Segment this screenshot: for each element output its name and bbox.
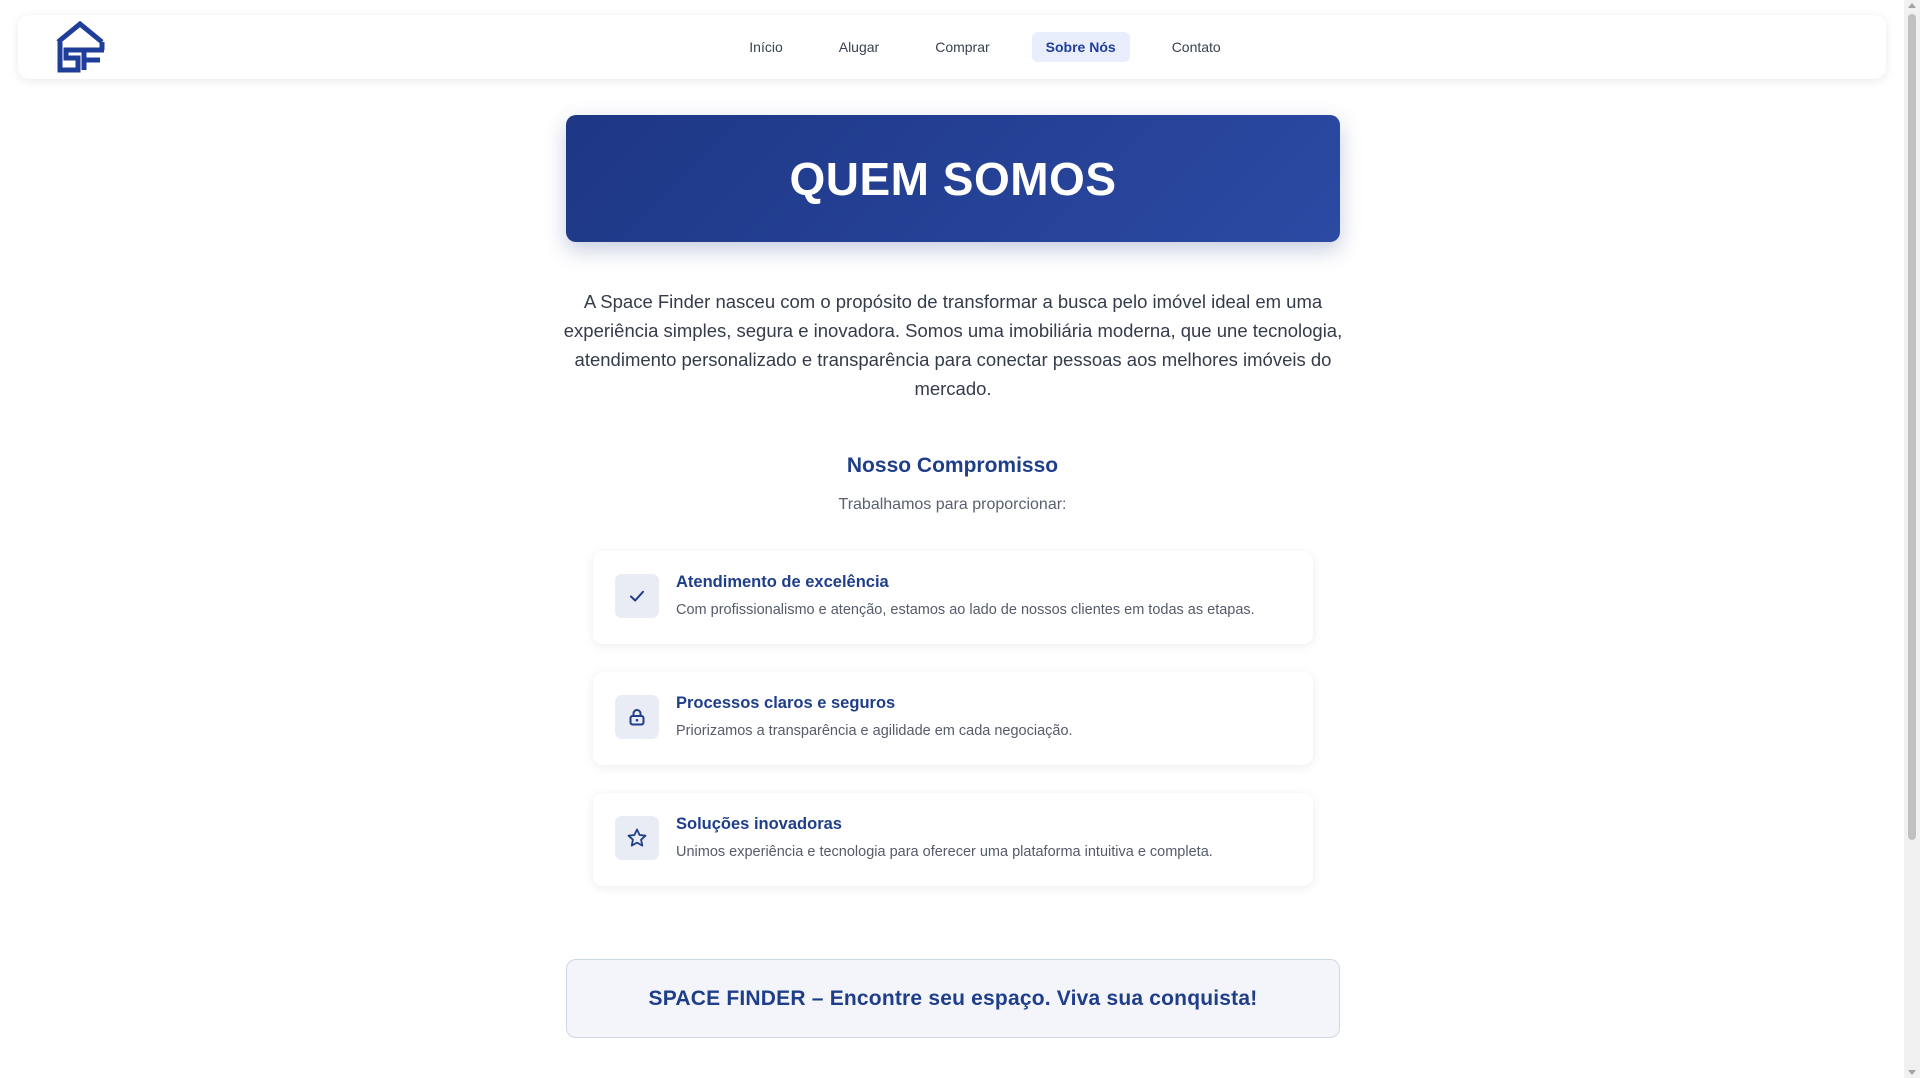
card-title: Atendimento de excelência xyxy=(676,573,889,591)
card-text: Unimos experiência e tecnologia para ofe… xyxy=(676,844,1213,860)
commitment-card-excellence: Atendimento de excelência Com profission… xyxy=(593,551,1313,644)
intro-paragraph: A Space Finder nasceu com o propósito de… xyxy=(563,291,1343,399)
card-text: Com profissionalismo e atenção, estamos … xyxy=(676,602,1255,618)
nav-link-sobre-nos[interactable]: Sobre Nós xyxy=(1031,32,1130,62)
card-text: Priorizamos a transparência e agilidade … xyxy=(676,723,1073,739)
hero-banner: QUEM SOMOS xyxy=(566,115,1340,242)
commitment-title: Nosso Compromisso xyxy=(846,454,1059,477)
slogan-banner: SPACE FINDER – Encontre seu espaço. Viva… xyxy=(566,959,1340,1038)
navbar: Início Alugar Comprar Sobre Nós Contato xyxy=(18,15,1886,79)
lock-icon xyxy=(615,695,659,739)
nav-link-alugar[interactable]: Alugar xyxy=(825,32,893,62)
scroll-up-arrow-icon[interactable] xyxy=(1908,3,1916,8)
card-title: Soluções inovadoras xyxy=(676,815,842,833)
hero-title: QUEM SOMOS xyxy=(789,152,1117,205)
commitment-subtitle: Trabalhamos para proporcionar: xyxy=(838,496,1067,513)
scrollbar[interactable] xyxy=(1904,0,1920,1078)
card-title: Processos claros e seguros xyxy=(676,694,896,712)
slogan-text: SPACE FINDER – Encontre seu espaço. Viva… xyxy=(648,986,1258,1010)
star-icon xyxy=(615,816,659,860)
commitment-card-processes: Processos claros e seguros Priorizamos a… xyxy=(593,672,1313,765)
scroll-thumb[interactable] xyxy=(1908,14,1916,840)
check-icon xyxy=(615,574,659,618)
nav-link-comprar[interactable]: Comprar xyxy=(921,32,1003,62)
scroll-down-arrow-icon[interactable] xyxy=(1908,1070,1916,1075)
nav-link-inicio[interactable]: Início xyxy=(735,32,796,62)
commitment-card-innovation: Soluções inovadoras Unimos experiência e… xyxy=(593,793,1313,886)
page: Início Alugar Comprar Sobre Nós Contato … xyxy=(0,0,1920,1078)
nav-link-contato[interactable]: Contato xyxy=(1158,32,1235,62)
nav-links: Início Alugar Comprar Sobre Nós Contato xyxy=(18,32,1886,62)
